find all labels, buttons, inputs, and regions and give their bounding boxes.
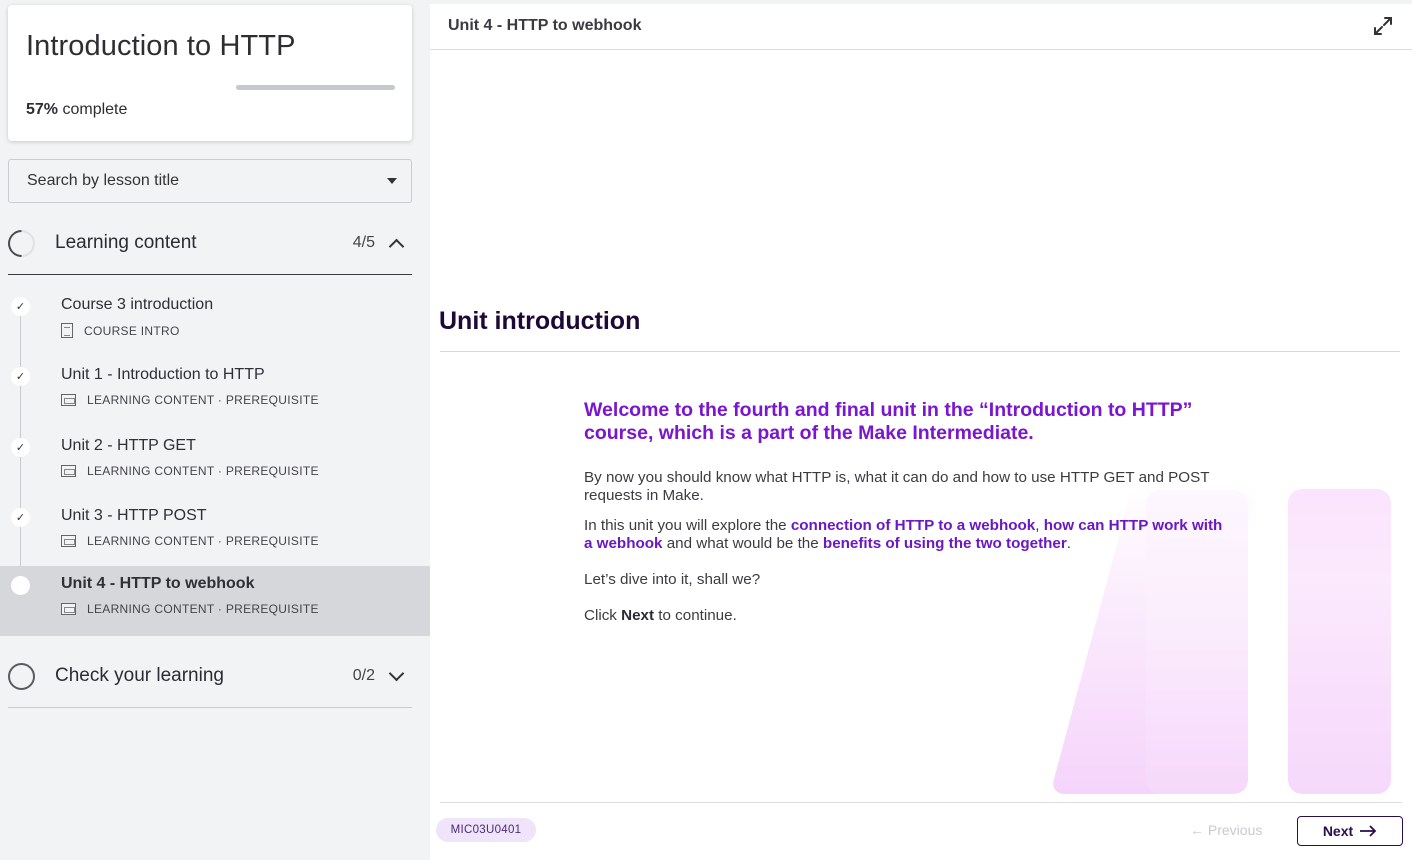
- previous-button[interactable]: ← Previous: [1190, 822, 1262, 838]
- chevron-down-icon: [388, 665, 405, 681]
- progress-bar: [236, 85, 395, 90]
- lesson-code-badge: MIC03U0401: [436, 818, 536, 842]
- progress-suffix: complete: [58, 101, 128, 118]
- text: In this unit you will explore the: [584, 517, 791, 534]
- lesson-item[interactable]: ✓ Unit 1 - Introduction to HTTP LEARNING…: [0, 357, 430, 427]
- lesson-content: Welcome to the fourth and final unit in …: [584, 399, 1224, 625]
- paragraph-explore: In this unit you will explore the connec…: [584, 517, 1224, 553]
- paragraph-intro: By now you should know what HTTP is, wha…: [584, 469, 1210, 504]
- next-button-label: Next: [1322, 823, 1354, 839]
- footer-divider: [440, 802, 1402, 803]
- next-button[interactable]: Next: [1297, 816, 1403, 846]
- lesson-meta-text: LEARNING CONTENT · PREREQUISITE: [87, 393, 319, 407]
- lesson-item[interactable]: ✓ Unit 3 - HTTP POST LEARNING CONTENT · …: [0, 498, 430, 568]
- lesson-meta: LEARNING CONTENT · PREREQUISITE: [61, 534, 319, 548]
- slides-icon: [61, 465, 76, 477]
- arrow-right-icon: [1360, 825, 1377, 837]
- lesson-item[interactable]: ✓ Course 3 introduction COURSE INTRO: [0, 287, 430, 357]
- lesson-item[interactable]: ✓ Unit 2 - HTTP GET LEARNING CONTENT · P…: [0, 428, 430, 498]
- lesson-meta-text: COURSE INTRO: [84, 323, 180, 338]
- lesson-meta: COURSE INTRO: [61, 323, 180, 338]
- current-lesson-dot-icon: [11, 576, 30, 595]
- lesson-meta: LEARNING CONTENT · PREREQUISITE: [61, 602, 319, 616]
- slides-icon: [61, 603, 76, 615]
- lesson-title: Unit 2 - HTTP GET: [61, 437, 196, 454]
- lesson-meta-text: LEARNING CONTENT · PREREQUISITE: [87, 534, 319, 548]
- highlight-text: benefits of using the two together: [822, 535, 1067, 552]
- section-title: Learning content: [55, 232, 197, 253]
- check-icon: ✓: [11, 438, 30, 457]
- progress-bar-fill: [236, 85, 395, 90]
- partial-progress-ring-icon: [2, 223, 41, 263]
- heading-divider: [440, 351, 1400, 352]
- lesson-viewer: Unit 4 - HTTP to webhook Unit introducti…: [430, 4, 1412, 860]
- unit-heading: Unit introduction: [439, 307, 641, 335]
- lesson-meta: LEARNING CONTENT · PREREQUISITE: [61, 464, 319, 478]
- paragraph-click-next: Click Next to continue.: [584, 607, 1224, 625]
- progress-text: 57% complete: [26, 101, 127, 119]
- empty-progress-ring-icon: [8, 662, 35, 690]
- lesson-search-dropdown[interactable]: Search by lesson title: [8, 159, 412, 203]
- lesson-header: Unit 4 - HTTP to webhook: [430, 4, 1412, 50]
- course-progress-card: Introduction to HTTP 57% complete: [8, 5, 412, 141]
- section-count: 0/2: [352, 667, 375, 684]
- text: and what would be the: [662, 535, 823, 552]
- lead-text: Welcome to the fourth and final unit in …: [584, 399, 1193, 444]
- course-title: Introduction to HTTP: [26, 30, 296, 62]
- slides-icon: [61, 535, 76, 547]
- make-logo-bar-graphic: [1288, 489, 1391, 794]
- lesson-meta-text: LEARNING CONTENT · PREREQUISITE: [87, 602, 319, 616]
- section-learning-content[interactable]: Learning content 4/5: [2, 218, 412, 268]
- lesson-meta: LEARNING CONTENT · PREREQUISITE: [61, 393, 319, 407]
- check-icon: ✓: [11, 508, 30, 527]
- section-divider: [8, 707, 412, 708]
- text: to continue.: [654, 607, 737, 624]
- lesson-title: Course 3 introduction: [61, 296, 214, 313]
- section-divider: [8, 274, 412, 275]
- section-count: 4/5: [352, 234, 375, 251]
- lesson-title: Unit 3 - HTTP POST: [61, 507, 207, 524]
- check-icon: ✓: [11, 367, 30, 386]
- expand-icon[interactable]: [1372, 15, 1394, 37]
- text: .: [1066, 535, 1071, 552]
- lesson-title: Unit 1 - Introduction to HTTP: [61, 366, 265, 383]
- highlight-text: connection of HTTP to a webhook: [790, 517, 1036, 534]
- text: Click: [584, 607, 622, 624]
- text: ,: [1035, 517, 1044, 534]
- check-icon: ✓: [11, 297, 30, 316]
- lesson-search-placeholder: Search by lesson title: [27, 172, 180, 189]
- section-title: Check your learning: [55, 665, 224, 686]
- chevron-up-icon: [388, 238, 405, 254]
- caret-down-icon: [387, 178, 397, 184]
- slides-icon: [61, 394, 76, 406]
- lesson-item-active[interactable]: Unit 4 - HTTP to webhook LEARNING CONTEN…: [0, 566, 430, 636]
- lesson-meta-text: LEARNING CONTENT · PREREQUISITE: [87, 464, 319, 478]
- progress-percent: 57%: [26, 101, 59, 118]
- course-sidebar: Introduction to HTTP 57% complete Search…: [0, 0, 430, 860]
- bold-text: Next: [621, 607, 655, 624]
- lesson-header-title: Unit 4 - HTTP to webhook: [448, 17, 642, 34]
- section-check-your-learning[interactable]: Check your learning 0/2: [8, 651, 412, 701]
- paragraph-dive: Let’s dive into it, shall we?: [584, 571, 761, 588]
- document-icon: [61, 323, 73, 338]
- lesson-title: Unit 4 - HTTP to webhook: [61, 575, 255, 592]
